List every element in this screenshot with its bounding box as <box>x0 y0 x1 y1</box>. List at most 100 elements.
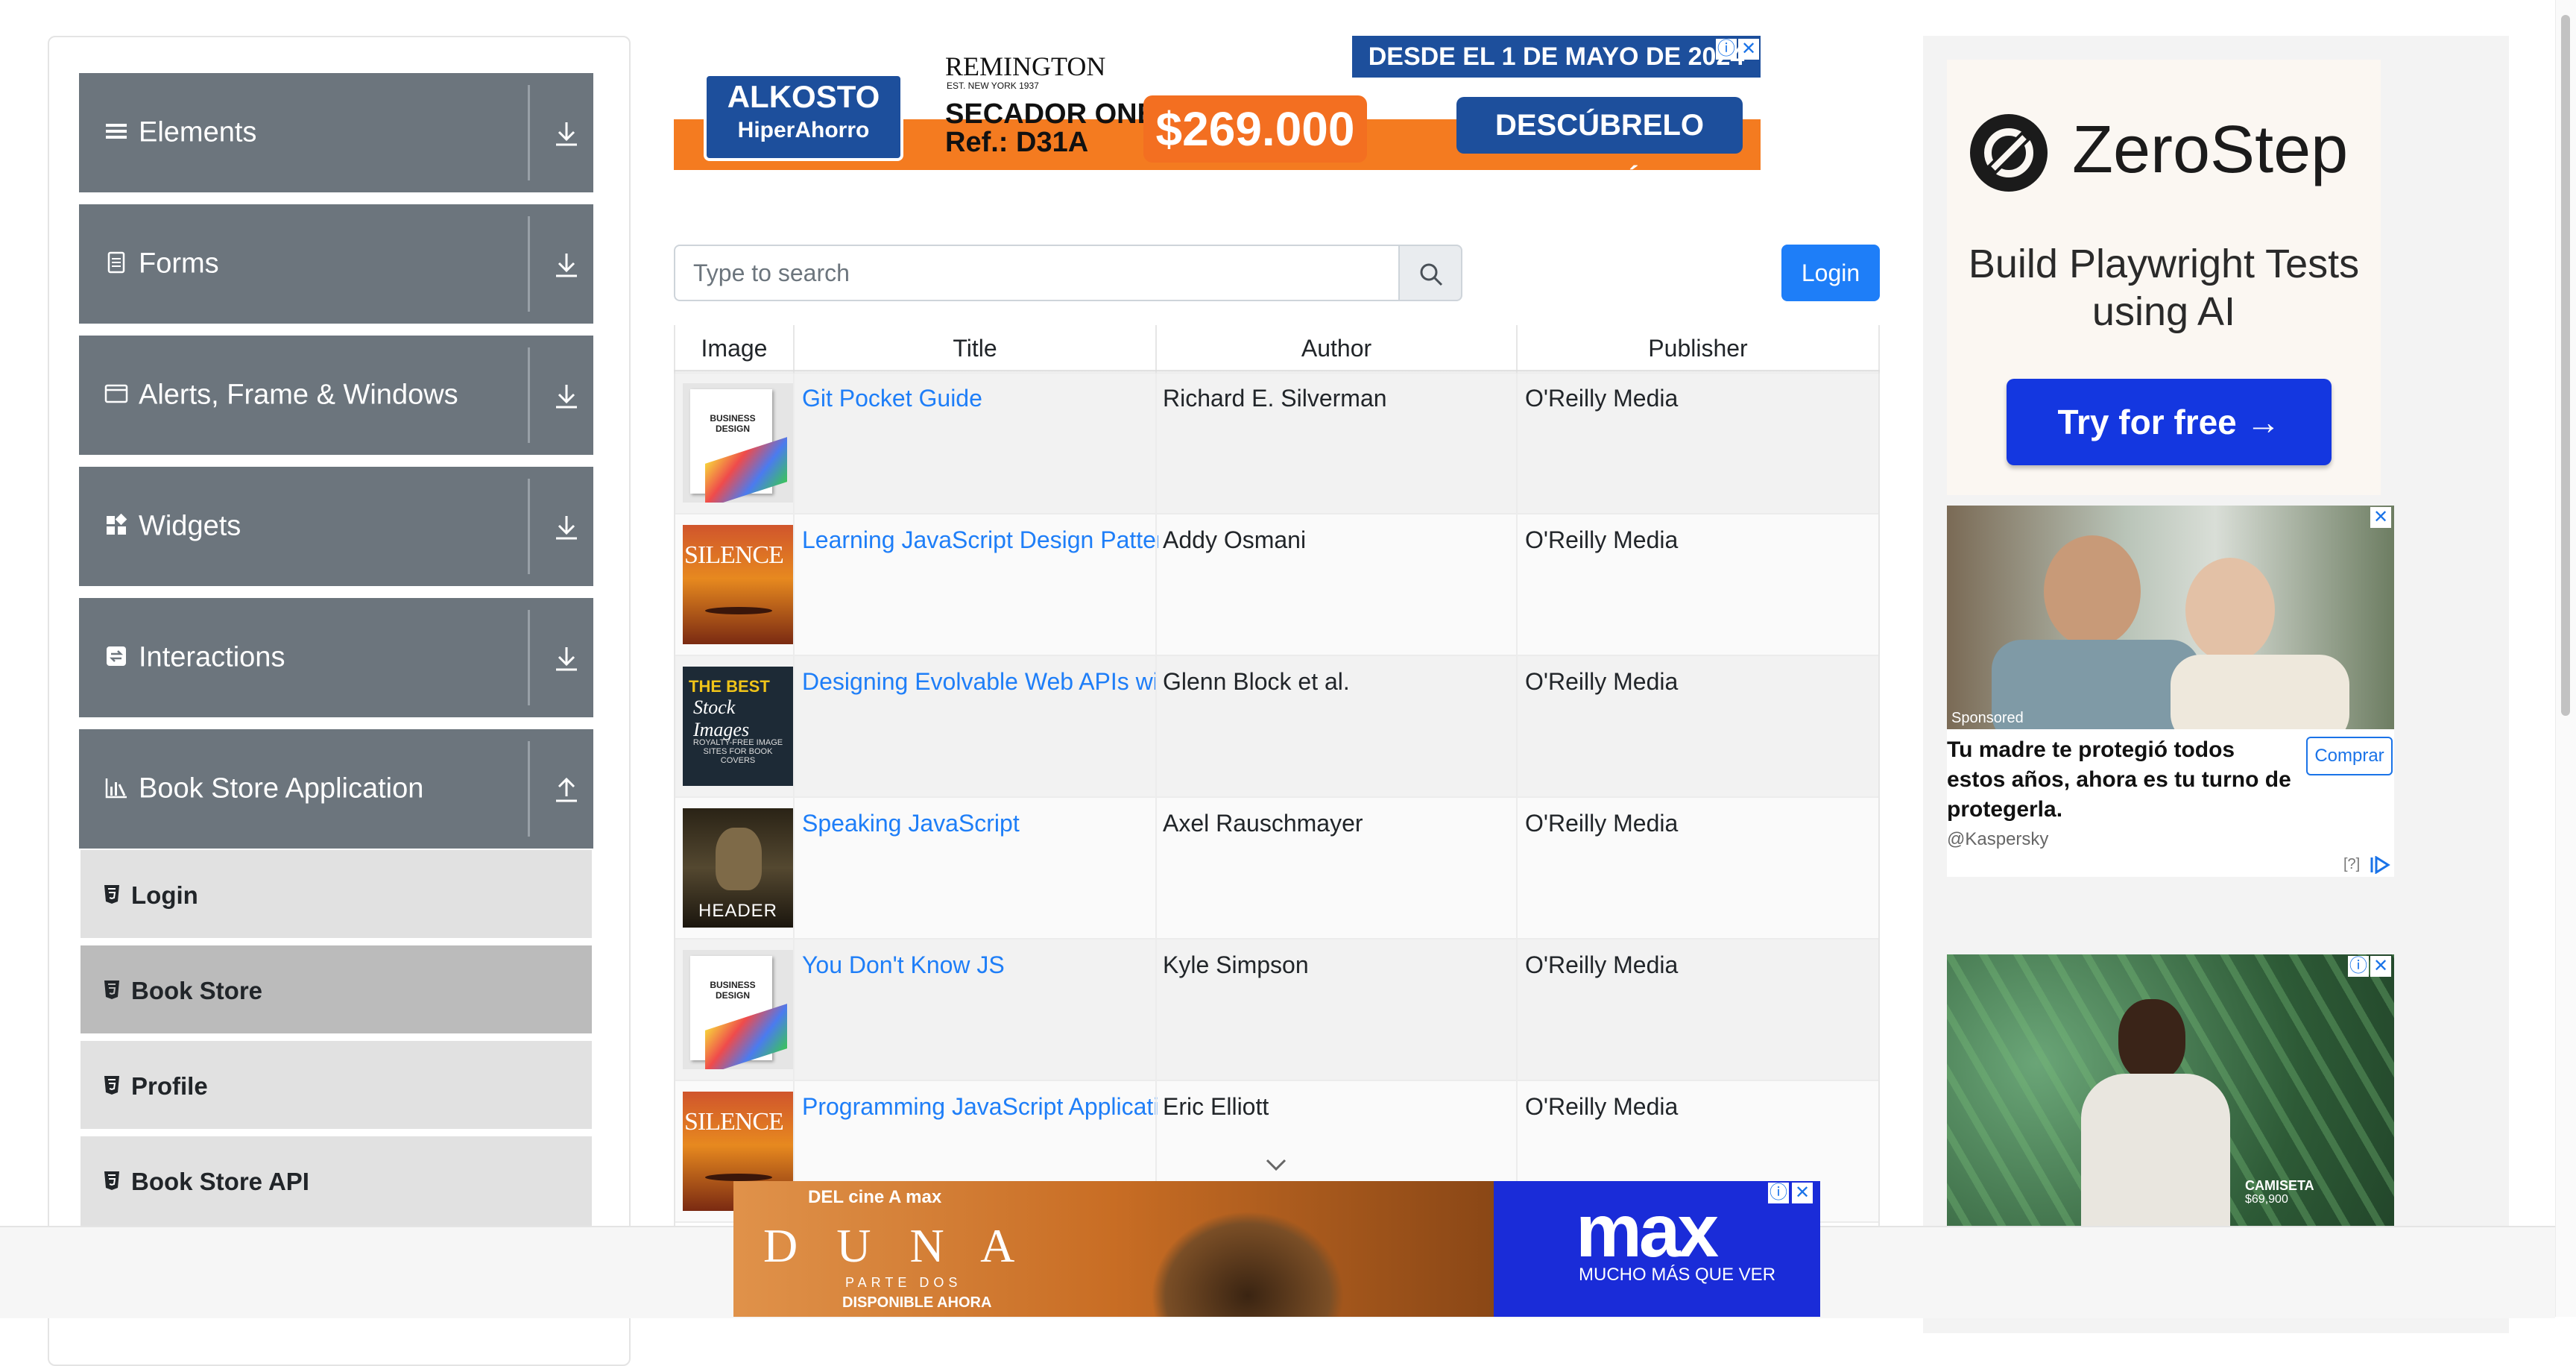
book-cover-image: SILENCE <box>683 525 793 644</box>
column-divider <box>793 325 795 1294</box>
divider <box>528 741 530 837</box>
close-icon[interactable]: ✕ <box>2370 507 2391 528</box>
search-input[interactable] <box>674 245 1400 301</box>
search-button[interactable] <box>1400 245 1462 301</box>
book-title-link[interactable]: Designing Evolvable Web APIs with ASP.NE… <box>802 668 1158 696</box>
scrollbar-thumb[interactable] <box>2561 15 2570 716</box>
sidebar-group-label: Elements <box>139 116 257 148</box>
html5-icon <box>104 1076 119 1095</box>
divider <box>528 85 530 180</box>
download-icon <box>556 647 577 671</box>
book-author: Glenn Block et al. <box>1163 668 1350 695</box>
alkosto-logo: ALKOSTO HiperAhorro <box>704 73 903 161</box>
table-row: BUSINESS DESIGN You Don't Know JS Kyle S… <box>675 939 1878 1081</box>
column-divider <box>1155 325 1157 1294</box>
sidebar-item-label: Book Store <box>131 977 263 1004</box>
search-icon <box>1420 263 1443 286</box>
zerostep-brand: ZeroStep <box>2072 113 2349 187</box>
sidebar-group-widgets[interactable]: Widgets <box>79 467 593 586</box>
html5-icon <box>104 885 119 904</box>
chevron-down-icon[interactable] <box>1264 1156 1288 1174</box>
book-title-link[interactable]: You Don't Know JS <box>802 951 1158 979</box>
table-row: BUSINESS DESIGN Git Pocket Guide Richard… <box>675 373 1878 514</box>
sidebar-item-book-store-api[interactable]: Book Store API <box>80 1136 592 1227</box>
sidebar-group-interactions[interactable]: Interactions <box>79 598 593 717</box>
column-header-publisher[interactable]: Publisher <box>1518 325 1878 371</box>
divider <box>528 216 530 312</box>
book-title-link[interactable]: Git Pocket Guide <box>802 385 1158 412</box>
divider <box>80 938 592 941</box>
ad-photo <box>1947 506 2394 729</box>
max-bottom-ad[interactable]: DEL cine A max D U N A PARTE DOS DISPONI… <box>733 1181 1820 1317</box>
sidebar-group-label: Alerts, Frame & Windows <box>139 379 458 411</box>
sidebar-group-label: Forms <box>139 248 219 280</box>
login-button[interactable]: Login <box>1781 245 1880 301</box>
header-shadow <box>674 370 1880 374</box>
ad-help-link[interactable]: [?] <box>2343 856 2360 873</box>
comprar-button[interactable]: Comprar <box>2306 737 2393 775</box>
book-publisher: O'Reilly Media <box>1525 1093 1679 1120</box>
adchoices-icon[interactable] <box>2369 856 2391 874</box>
column-header-image[interactable]: Image <box>675 325 795 371</box>
ad-info-icon[interactable]: ⓘ <box>2348 956 2369 977</box>
top-banner-ad[interactable]: ALKOSTO HiperAhorro REMINGTON EST. NEW Y… <box>674 36 1761 170</box>
chart-icon <box>105 778 127 799</box>
book-author: Richard E. Silverman <box>1163 385 1387 412</box>
ad-info-icon[interactable]: ⓘ <box>1768 1183 1789 1203</box>
divider <box>80 1033 592 1036</box>
column-header-author[interactable]: Author <box>1157 325 1518 371</box>
sidebar-item-label: Book Store API <box>131 1168 309 1195</box>
book-title-link[interactable]: Learning JavaScript Design Patterns <box>802 526 1158 554</box>
book-author: Kyle Simpson <box>1163 951 1309 978</box>
kaspersky-ad-text[interactable]: Tu madre te protegió todos estos años, a… <box>1947 735 2297 825</box>
html5-icon <box>104 981 119 999</box>
book-author: Addy Osmani <box>1163 526 1307 553</box>
sidebar-group-bookstore[interactable]: Book Store Application <box>79 729 593 849</box>
table-row: HEADER Speaking JavaScript Axel Rauschma… <box>675 798 1878 939</box>
sidebar-item-label: Login <box>131 881 198 909</box>
close-icon[interactable]: ✕ <box>1738 39 1759 60</box>
book-cover-image: BUSINESS DESIGN <box>683 383 793 503</box>
menu-icon <box>106 124 127 139</box>
book-cover-image: HEADER <box>683 808 793 928</box>
sidebar-group-label: Widgets <box>139 510 242 542</box>
sidebar-group-alerts[interactable]: Alerts, Frame & Windows <box>79 336 593 455</box>
upload-icon <box>556 777 577 802</box>
book-publisher: O'Reilly Media <box>1525 385 1679 412</box>
column-header-title[interactable]: Title <box>795 325 1157 371</box>
download-icon <box>556 385 577 409</box>
window-icon <box>104 384 128 403</box>
book-author: Axel Rauschmayer <box>1163 810 1363 837</box>
divider <box>528 610 530 705</box>
widgets-icon <box>107 513 127 535</box>
divider <box>528 347 530 443</box>
sidebar-item-login[interactable]: Login <box>80 850 592 941</box>
kaspersky-handle: @Kaspersky <box>1947 829 2049 849</box>
divider <box>528 479 530 574</box>
sidebar-group-label: Book Store Application <box>139 772 424 805</box>
html5-icon <box>104 1171 119 1190</box>
sidebar-group-label: Interactions <box>139 641 285 673</box>
book-cover-image: THE BEST Stock Images ROYALTY-FREE IMAGE… <box>683 667 793 786</box>
sidebar-group-forms[interactable]: Forms <box>79 204 593 324</box>
close-icon[interactable]: ✕ <box>2370 956 2391 977</box>
sidebar-item-book-store[interactable]: Book Store <box>80 945 592 1036</box>
book-cover-image: BUSINESS DESIGN <box>683 950 793 1069</box>
sidebar-item-profile[interactable]: Profile <box>80 1041 592 1132</box>
book-publisher: O'Reilly Media <box>1525 951 1679 978</box>
zerostep-tagline: Build Playwright Tests using AI <box>1968 242 2360 334</box>
ad-info-icon[interactable]: ⓘ <box>1716 39 1737 60</box>
sponsored-label: Sponsored <box>1951 710 2024 726</box>
book-author: Eric Elliott <box>1163 1093 1269 1120</box>
book-title-link[interactable]: Programming JavaScript Applications <box>802 1093 1158 1121</box>
column-divider <box>1516 325 1518 1294</box>
sidebar-group-elements[interactable]: Elements <box>79 73 593 192</box>
book-title-link[interactable]: Speaking JavaScript <box>802 810 1158 837</box>
download-icon <box>556 254 577 277</box>
document-icon <box>107 251 125 274</box>
close-icon[interactable]: ✕ <box>1792 1183 1813 1203</box>
divider <box>80 1129 592 1132</box>
download-icon <box>556 122 577 146</box>
download-icon <box>556 516 577 540</box>
try-for-free-button[interactable]: Try for free → <box>2007 379 2332 465</box>
